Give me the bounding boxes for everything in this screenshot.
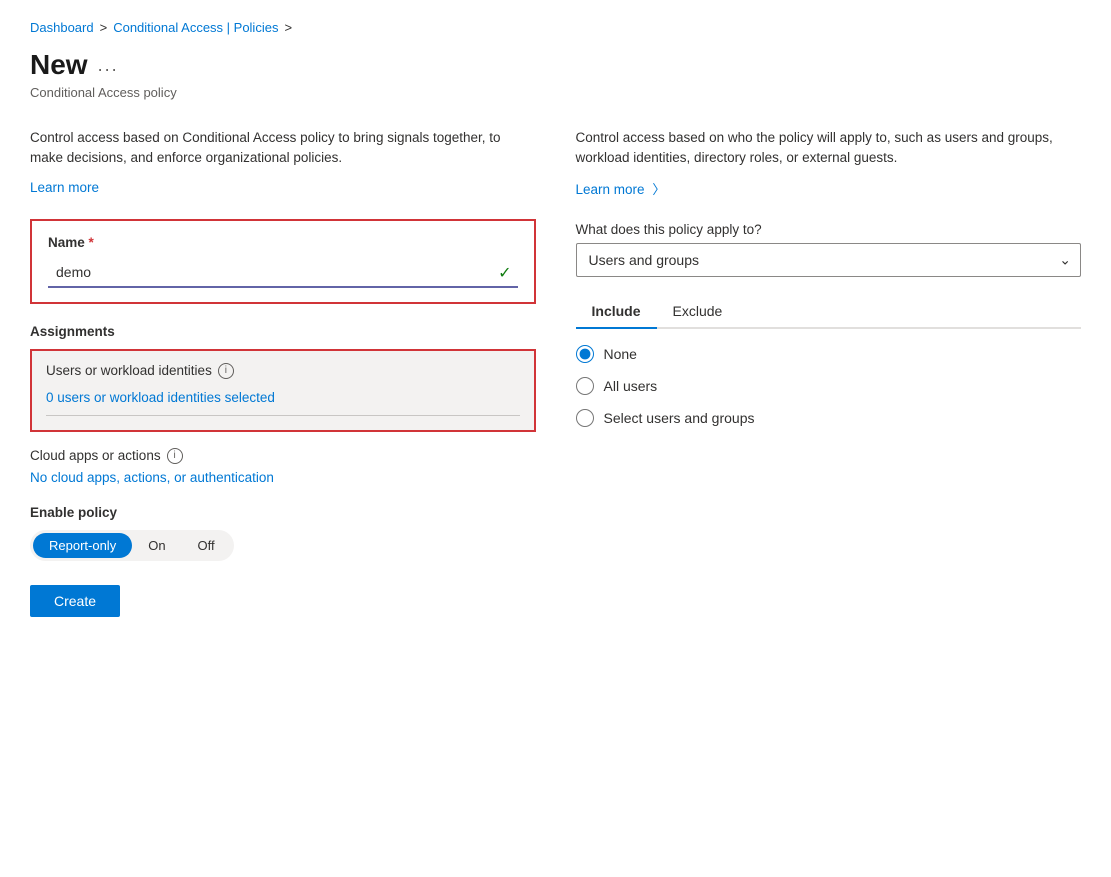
cloud-apps-row: Cloud apps or actions i xyxy=(30,448,536,464)
policy-dropdown[interactable]: Users and groups Workload identities xyxy=(576,243,1082,277)
right-description: Control access based on who the policy w… xyxy=(576,128,1082,169)
users-box-link[interactable]: 0 users or workload identities selected xyxy=(46,390,275,405)
check-icon: ✓ xyxy=(498,263,511,283)
right-learn-more-link[interactable]: Learn more 〉 xyxy=(576,182,666,197)
assignments-label: Assignments xyxy=(30,324,536,339)
tab-exclude[interactable]: Exclude xyxy=(657,295,739,327)
users-info-icon: i xyxy=(218,363,234,379)
enable-policy-label: Enable policy xyxy=(30,505,536,520)
radio-select-users-label: Select users and groups xyxy=(604,410,755,426)
radio-all-users-input[interactable] xyxy=(576,377,594,395)
breadcrumb-separator-1: > xyxy=(100,20,108,35)
main-grid: Control access based on Conditional Acce… xyxy=(30,128,1081,617)
right-column: Control access based on who the policy w… xyxy=(576,128,1082,617)
breadcrumb-conditional-access[interactable]: Conditional Access | Policies xyxy=(113,20,278,35)
name-input-wrapper: ✓ xyxy=(48,258,518,288)
cloud-apps-info-icon: i xyxy=(167,448,183,464)
toggle-off[interactable]: Off xyxy=(182,533,231,558)
radio-none[interactable]: None xyxy=(576,345,1082,363)
cloud-apps-label: Cloud apps or actions xyxy=(30,448,161,463)
name-section: Name * ✓ xyxy=(30,219,536,304)
cloud-apps-link[interactable]: No cloud apps, actions, or authenticatio… xyxy=(30,470,536,485)
users-assignment-box: Users or workload identities i 0 users o… xyxy=(30,349,536,432)
radio-none-input[interactable] xyxy=(576,345,594,363)
users-box-title-row: Users or workload identities i xyxy=(46,363,520,379)
toggle-group: Report-only On Off xyxy=(30,530,234,561)
breadcrumb-separator-2: > xyxy=(284,20,292,35)
name-input[interactable] xyxy=(48,258,518,288)
page-subtitle: Conditional Access policy xyxy=(30,85,1081,100)
policy-dropdown-wrapper: Users and groups Workload identities ⌄ xyxy=(576,243,1082,277)
toggle-on[interactable]: On xyxy=(132,533,181,558)
left-description: Control access based on Conditional Acce… xyxy=(30,128,536,169)
toggle-report-only[interactable]: Report-only xyxy=(33,533,132,558)
radio-group: None All users Select users and groups xyxy=(576,345,1082,427)
left-learn-more-link[interactable]: Learn more xyxy=(30,180,99,195)
policy-applies-label: What does this policy apply to? xyxy=(576,222,1082,237)
name-required-star: * xyxy=(89,235,94,250)
name-field-label: Name * xyxy=(48,235,518,250)
breadcrumb-dashboard[interactable]: Dashboard xyxy=(30,20,94,35)
tabs-row: Include Exclude xyxy=(576,295,1082,329)
page-title-row: New ... xyxy=(30,49,1081,81)
users-box-title-text: Users or workload identities xyxy=(46,363,212,378)
page-title-text: New xyxy=(30,49,88,81)
radio-select-users-input[interactable] xyxy=(576,409,594,427)
tab-include[interactable]: Include xyxy=(576,295,657,327)
radio-none-label: None xyxy=(604,346,637,362)
left-column: Control access based on Conditional Acce… xyxy=(30,128,536,617)
radio-all-users-label: All users xyxy=(604,378,658,394)
users-box-divider xyxy=(46,415,520,416)
radio-select-users[interactable]: Select users and groups xyxy=(576,409,1082,427)
radio-all-users[interactable]: All users xyxy=(576,377,1082,395)
page-title-ellipsis: ... xyxy=(98,55,119,76)
cursor-icon: 〉 xyxy=(652,179,665,198)
breadcrumb: Dashboard > Conditional Access | Policie… xyxy=(30,20,1081,35)
create-button[interactable]: Create xyxy=(30,585,120,617)
